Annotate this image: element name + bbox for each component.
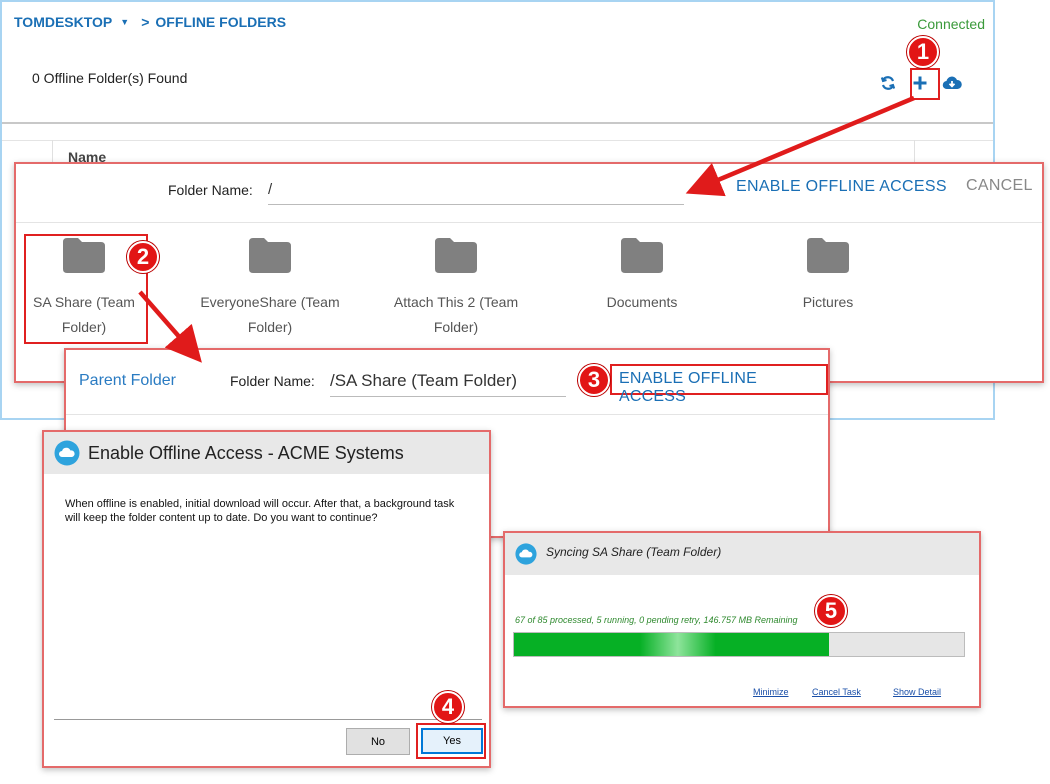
sync-titlebar: Syncing SA Share (Team Folder)	[505, 533, 979, 575]
folder-item-attach-this-2[interactable]: Attach This 2 (Team Folder)	[371, 236, 541, 340]
panel-divider	[66, 414, 828, 415]
yes-highlight-box: Yes	[416, 723, 486, 759]
step-badge-1: 1	[907, 36, 939, 68]
header-divider	[2, 122, 993, 124]
enable-offline-access-button[interactable]: ENABLE OFFLINE ACCESS	[610, 364, 828, 405]
dialog-message: When offline is enabled, initial downloa…	[65, 498, 455, 524]
breadcrumb-separator: >	[141, 14, 150, 30]
folder-name-label: Folder Name:	[168, 182, 253, 198]
folder-label-line1: EveryoneShare (Team	[200, 294, 340, 310]
cancel-button[interactable]: CANCEL	[966, 177, 1033, 195]
enable-offline-dialog: Enable Offline Access - ACME Systems Whe…	[42, 430, 491, 768]
folder-name-label: Folder Name:	[230, 373, 315, 389]
folder-label-line2: Folder)	[433, 319, 479, 335]
yes-button[interactable]: Yes	[421, 728, 483, 754]
sync-progress-bar	[513, 632, 965, 657]
connection-status: Connected	[917, 16, 985, 32]
breadcrumb-section[interactable]: OFFLINE FOLDERS	[155, 14, 286, 30]
folder-item-everyoneshare[interactable]: EveryoneShare (Team Folder)	[185, 236, 355, 340]
sync-title: Syncing SA Share (Team Folder)	[546, 545, 722, 559]
folder-icon	[249, 238, 291, 273]
no-button[interactable]: No	[346, 728, 410, 755]
parent-folder-link[interactable]: Parent Folder	[79, 372, 176, 390]
step-badge-3: 3	[578, 364, 610, 396]
enable-offline-access-button[interactable]: ENABLE OFFLINE ACCESS	[736, 178, 947, 196]
folder-label-line2: Folder)	[247, 319, 293, 335]
panel-divider	[16, 222, 1042, 223]
folder-item-documents[interactable]: Documents	[557, 236, 727, 315]
app-cloud-icon	[54, 440, 80, 466]
folder-label-line1: Pictures	[802, 294, 854, 310]
device-name[interactable]: TOMDESKTOP	[14, 14, 112, 30]
breadcrumb: TOMDESKTOP ▼ > OFFLINE FOLDERS	[14, 14, 286, 30]
cancel-task-link[interactable]: Cancel Task	[812, 687, 861, 697]
folder-icon	[807, 238, 849, 273]
sync-progress-window: Syncing SA Share (Team Folder) 67 of 85 …	[503, 531, 981, 708]
show-detail-link[interactable]: Show Detail	[893, 687, 941, 697]
folder-name-field[interactable]: /SA Share (Team Folder)	[330, 366, 566, 397]
folder-name-field[interactable]: /	[268, 176, 684, 205]
step-badge-5: 5	[815, 595, 847, 627]
folder-icon	[435, 238, 477, 273]
plus-highlight-box	[910, 68, 940, 100]
dialog-footer-divider	[54, 719, 482, 720]
cloud-download-icon[interactable]	[941, 72, 963, 94]
folder-item-pictures[interactable]: Pictures	[743, 236, 913, 315]
sync-progress-fill	[514, 633, 829, 656]
folders-found-count: 0 Offline Folder(s) Found	[32, 70, 188, 86]
refresh-icon[interactable]	[877, 72, 899, 94]
app-cloud-icon	[515, 543, 537, 565]
dialog-title: Enable Offline Access - ACME Systems	[88, 443, 404, 463]
dialog-titlebar: Enable Offline Access - ACME Systems	[44, 432, 489, 474]
step-badge-2: 2	[127, 241, 159, 273]
folder-label-line1: Attach This 2 (Team	[393, 294, 519, 310]
sync-status-text: 67 of 85 processed, 5 running, 0 pending…	[515, 615, 798, 625]
caret-down-icon[interactable]: ▼	[120, 17, 129, 27]
folder-icon	[621, 238, 663, 273]
step-badge-4: 4	[432, 691, 464, 723]
folder-label-line1: Documents	[606, 294, 678, 310]
minimize-link[interactable]: Minimize	[753, 687, 789, 697]
